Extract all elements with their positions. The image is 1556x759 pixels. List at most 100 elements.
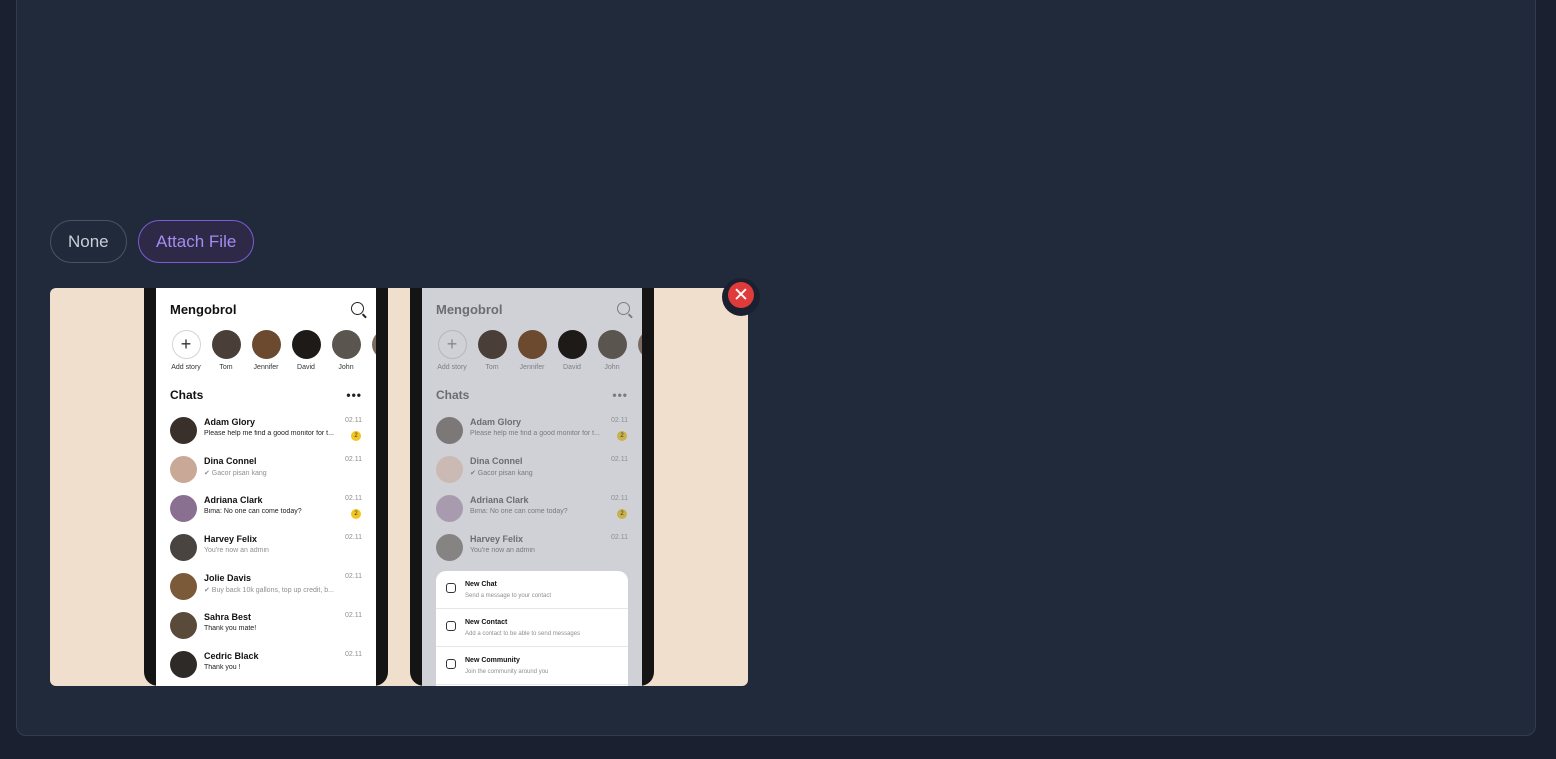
avatar xyxy=(170,573,197,600)
attach-file-option[interactable]: Attach File xyxy=(138,220,255,263)
story-name: Jennifer xyxy=(253,364,279,371)
contact-name: Adriana Clark xyxy=(204,495,263,505)
message-time: 02.11 xyxy=(611,495,628,502)
search-icon xyxy=(617,302,630,315)
story-item: E xyxy=(632,330,642,371)
avatar xyxy=(517,330,547,359)
search-icon xyxy=(351,302,364,315)
last-message: ✔ Gacor pisan kang xyxy=(204,470,267,477)
story-name: John xyxy=(338,364,354,371)
unread-badge: 2 xyxy=(617,431,627,441)
chat-list-item: Cedric Black Thank you ! 02.11 xyxy=(170,648,362,682)
chat-list-item: Harvey Felix You're now an admin 02.11 xyxy=(170,531,362,565)
story-name: John xyxy=(604,364,620,371)
last-message: Bima: No one can come today? xyxy=(470,508,568,515)
menu-item: New Chat Send a message to your contact xyxy=(436,571,628,609)
stories-row: + Add story Tom Jennifer David John E xyxy=(166,330,376,378)
story-name: Tom xyxy=(485,364,499,371)
avatar xyxy=(637,330,642,359)
phone-mockup-chat-list: Mengobrol + Add story Tom Jennifer David John… xyxy=(144,288,388,686)
unread-badge: 2 xyxy=(617,509,627,519)
menu-item: New Contact Add a contact to be able to s… xyxy=(436,609,628,647)
message-time: 02.11 xyxy=(611,456,628,463)
avatar xyxy=(436,495,463,522)
story-item: + Add story xyxy=(166,330,206,371)
avatar xyxy=(291,330,321,359)
chat-list-item: Jolie Davis ✔ Buy back 10k gallons, top u… xyxy=(170,570,362,604)
add-story-icon: + xyxy=(171,330,201,359)
attach-none-option[interactable]: None xyxy=(50,220,127,263)
menu-item-subtitle: Join the community around you xyxy=(465,669,549,675)
story-name: E xyxy=(366,364,376,371)
more-options-icon: ••• xyxy=(346,388,362,402)
message-time: 02.11 xyxy=(345,417,362,424)
contact-name: Adam Glory xyxy=(204,417,256,427)
story-name: David xyxy=(297,364,315,371)
chat-list-item: Adriana Clark Bima: No one can come today… xyxy=(436,492,628,526)
avatar xyxy=(170,456,197,483)
chat-list-item: Adriana Clark Bima: No one can come today… xyxy=(170,492,362,526)
message-time: 02.11 xyxy=(611,417,628,424)
avatar xyxy=(436,456,463,483)
phone-screen: Mengobrol + Add story Tom Jennifer David John… xyxy=(156,288,376,686)
stories-row: + Add story Tom Jennifer David John E xyxy=(432,330,642,378)
add-story-icon: + xyxy=(437,330,467,359)
more-options-icon: ••• xyxy=(612,388,628,402)
avatar xyxy=(477,330,507,359)
chat-list-item: Dina Connel ✔ Gacor pisan kang 02.11 xyxy=(436,453,628,487)
avatar xyxy=(170,534,197,561)
story-item: Tom xyxy=(472,330,512,371)
contact-name: Dina Connel xyxy=(470,456,523,466)
story-name: Add story xyxy=(171,364,201,371)
story-item: Tom xyxy=(206,330,246,371)
contact-name: Dina Connel xyxy=(204,456,257,466)
last-message: Thank you mate! xyxy=(204,625,257,632)
avatar xyxy=(557,330,587,359)
message-time: 02.11 xyxy=(345,456,362,463)
avatar xyxy=(251,330,281,359)
chat-bubble-icon xyxy=(446,583,456,593)
attachment-preview-image: Mengobrol + Add story Tom Jennifer David John… xyxy=(50,288,748,686)
chat-list-item: Dina Connel ✔ Gacor pisan kang 02.11 xyxy=(170,453,362,487)
avatar xyxy=(170,651,197,678)
story-item: Jennifer xyxy=(246,330,286,371)
app-title: Mengobrol xyxy=(170,302,237,317)
menu-item: New Community Join the community around y… xyxy=(436,647,628,685)
unread-badge: 2 xyxy=(351,431,361,441)
app-title: Mengobrol xyxy=(436,302,503,317)
unread-badge: 2 xyxy=(351,509,361,519)
contact-name: Harvey Felix xyxy=(204,534,258,544)
chat-list-item: Adam Glory Please help me find a good mon… xyxy=(170,414,362,448)
chat-list-item: Harvey Felix You're now an admin 02.11 xyxy=(436,531,628,565)
last-message: You're now an admin xyxy=(204,547,269,554)
message-time: 02.11 xyxy=(345,651,362,658)
avatar xyxy=(170,495,197,522)
story-name: Jennifer xyxy=(519,364,545,371)
story-name: E xyxy=(632,364,642,371)
story-item: E xyxy=(366,330,376,371)
new-menu-sheet: New Chat Send a message to your contact Ne… xyxy=(436,571,628,686)
chat-list-item: Adam Glory Please help me find a good mon… xyxy=(436,414,628,448)
avatar xyxy=(211,330,241,359)
contact-book-icon xyxy=(446,621,456,631)
avatar xyxy=(371,330,376,359)
avatar xyxy=(597,330,627,359)
last-message: Please help me find a good monitor for t… xyxy=(470,430,600,437)
message-time: 02.11 xyxy=(611,534,628,541)
avatar xyxy=(170,612,197,639)
chats-heading: Chats xyxy=(170,388,204,402)
story-name: Tom xyxy=(219,364,233,371)
avatar xyxy=(436,534,463,561)
close-icon: ✕ xyxy=(728,282,754,308)
remove-attachment-button[interactable]: ✕ xyxy=(722,278,760,316)
menu-item-title: New Community xyxy=(465,657,520,664)
menu-item-subtitle: Add a contact to be able to send message… xyxy=(465,631,581,637)
phone-screen: Mengobrol + Add story Tom Jennifer David John… xyxy=(422,288,642,686)
story-item: David xyxy=(286,330,326,371)
contact-name: Cedric Black xyxy=(204,651,259,661)
contact-name: Adam Glory xyxy=(470,417,522,427)
avatar xyxy=(331,330,361,359)
last-message: ✔ Buy back 10k gallons, top up credit, b… xyxy=(204,587,334,594)
story-item: + Add story xyxy=(432,330,472,371)
story-name: David xyxy=(563,364,581,371)
